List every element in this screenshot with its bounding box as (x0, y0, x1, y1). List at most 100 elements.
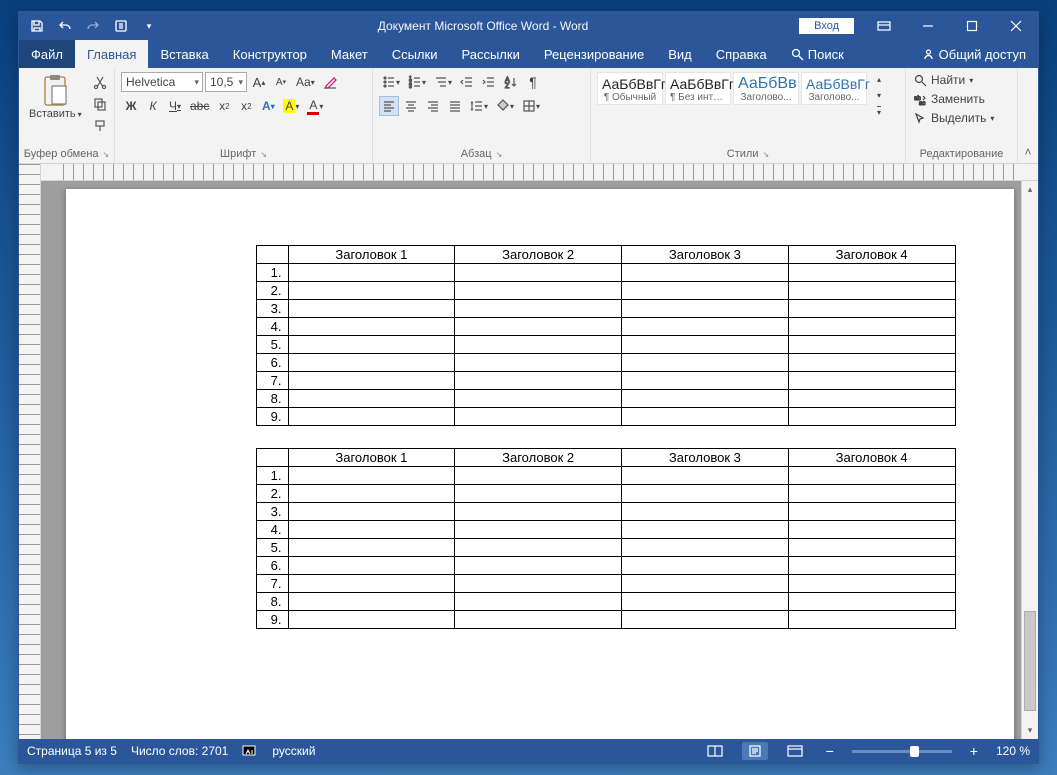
table-row-num[interactable]: 8. (256, 390, 288, 408)
align-left-icon[interactable] (379, 96, 399, 116)
table-row-num[interactable]: 5. (256, 336, 288, 354)
table-cell[interactable] (455, 408, 622, 426)
table-cell[interactable] (455, 503, 622, 521)
clear-format-icon[interactable] (320, 72, 340, 92)
zoom-slider[interactable] (852, 750, 952, 753)
styles-scroll-down-icon[interactable]: ▾ (869, 88, 889, 102)
styles-launcher-icon[interactable]: ↘ (763, 150, 770, 159)
tab-layout[interactable]: Макет (319, 40, 380, 68)
document-viewport[interactable]: Заголовок 1Заголовок 2Заголовок 3Заголов… (41, 181, 1038, 739)
scroll-up-icon[interactable]: ▴ (1022, 181, 1038, 198)
tab-design[interactable]: Конструктор (221, 40, 319, 68)
table-cell[interactable] (288, 485, 455, 503)
format-painter-icon[interactable] (90, 116, 110, 136)
tab-view[interactable]: Вид (656, 40, 704, 68)
table-cell[interactable] (288, 408, 455, 426)
table-cell[interactable] (288, 390, 455, 408)
table-row-num[interactable]: 9. (256, 408, 288, 426)
underline-button[interactable]: Ч▾ (165, 96, 185, 116)
table-cell[interactable] (288, 557, 455, 575)
table-cell[interactable] (288, 611, 455, 629)
table-cell[interactable] (788, 467, 955, 485)
view-web-icon[interactable] (782, 742, 808, 760)
line-spacing-icon[interactable]: ▾ (467, 96, 491, 116)
grow-font-icon[interactable]: A▴ (249, 72, 269, 92)
table-cell[interactable] (788, 390, 955, 408)
styles-scroll-up-icon[interactable]: ▴ (869, 72, 889, 86)
save-icon[interactable] (25, 14, 49, 38)
select-button[interactable]: Выделить▾ (912, 110, 996, 126)
highlight-icon[interactable]: A▾ (280, 96, 302, 116)
table-header[interactable]: Заголовок 2 (455, 246, 622, 264)
table-corner[interactable] (256, 246, 288, 264)
table-row-num[interactable]: 7. (256, 372, 288, 390)
multilevel-icon[interactable]: ▾ (431, 72, 455, 92)
paste-button[interactable]: Вставить▾ (25, 72, 86, 122)
borders-icon[interactable]: ▾ (519, 96, 543, 116)
table-cell[interactable] (622, 539, 789, 557)
table-cell[interactable] (788, 539, 955, 557)
zoom-level[interactable]: 120 % (996, 744, 1030, 758)
table-header[interactable]: Заголовок 4 (788, 449, 955, 467)
table-row-num[interactable]: 4. (256, 521, 288, 539)
styles-more-icon[interactable]: ▾ (869, 104, 889, 118)
replace-button[interactable]: abacЗаменить (912, 91, 996, 107)
superscript-icon[interactable]: x2 (236, 96, 256, 116)
table-cell[interactable] (288, 575, 455, 593)
view-read-icon[interactable] (702, 742, 728, 760)
style-heading1[interactable]: АаБбВвЗаголово... (733, 72, 799, 105)
font-family-select[interactable]: Helvetica (121, 72, 203, 92)
table-header[interactable]: Заголовок 1 (288, 246, 455, 264)
table-cell[interactable] (622, 521, 789, 539)
qat-more-icon[interactable]: ▾ (137, 14, 161, 38)
italic-button[interactable]: К (143, 96, 163, 116)
table-cell[interactable] (455, 593, 622, 611)
strike-icon[interactable]: abc (187, 96, 212, 116)
document-table-1[interactable]: Заголовок 1Заголовок 2Заголовок 3Заголов… (256, 245, 956, 426)
change-case-icon[interactable]: Aa▾ (293, 72, 318, 92)
touchmode-icon[interactable] (109, 14, 133, 38)
scroll-thumb[interactable] (1024, 611, 1036, 711)
table-cell[interactable] (788, 282, 955, 300)
table-cell[interactable] (455, 354, 622, 372)
table-cell[interactable] (455, 336, 622, 354)
table-cell[interactable] (288, 282, 455, 300)
table-cell[interactable] (788, 336, 955, 354)
table-cell[interactable] (788, 503, 955, 521)
copy-icon[interactable] (90, 94, 110, 114)
table-cell[interactable] (288, 593, 455, 611)
style-normal[interactable]: АаБбВвГг¶ Обычный (597, 72, 663, 105)
table-cell[interactable] (622, 372, 789, 390)
table-row-num[interactable]: 5. (256, 539, 288, 557)
table-cell[interactable] (788, 611, 955, 629)
table-header[interactable]: Заголовок 1 (288, 449, 455, 467)
align-justify-icon[interactable] (445, 96, 465, 116)
table-cell[interactable] (788, 557, 955, 575)
sort-icon[interactable]: AZ (501, 72, 521, 92)
font-launcher-icon[interactable]: ↘ (260, 150, 267, 159)
table-row-num[interactable]: 1. (256, 264, 288, 282)
table-cell[interactable] (788, 485, 955, 503)
tab-references[interactable]: Ссылки (380, 40, 450, 68)
table-cell[interactable] (622, 503, 789, 521)
tab-home[interactable]: Главная (75, 40, 148, 68)
tab-insert[interactable]: Вставка (148, 40, 220, 68)
table-cell[interactable] (622, 593, 789, 611)
table-cell[interactable] (622, 485, 789, 503)
font-color-icon[interactable]: A▾ (304, 96, 326, 116)
table-cell[interactable] (788, 318, 955, 336)
vertical-scrollbar[interactable]: ▴ ▾ (1021, 181, 1038, 739)
vertical-ruler[interactable] (19, 164, 41, 739)
table-cell[interactable] (288, 318, 455, 336)
shrink-font-icon[interactable]: A▾ (271, 72, 291, 92)
table-row-num[interactable]: 1. (256, 467, 288, 485)
show-marks-icon[interactable]: ¶ (523, 72, 543, 92)
horizontal-ruler[interactable] (41, 164, 1038, 181)
align-center-icon[interactable] (401, 96, 421, 116)
maximize-icon[interactable] (950, 12, 994, 40)
table-row-num[interactable]: 4. (256, 318, 288, 336)
table-cell[interactable] (622, 264, 789, 282)
tab-help[interactable]: Справка (704, 40, 779, 68)
bullets-icon[interactable]: ▾ (379, 72, 403, 92)
table-row-num[interactable]: 3. (256, 503, 288, 521)
